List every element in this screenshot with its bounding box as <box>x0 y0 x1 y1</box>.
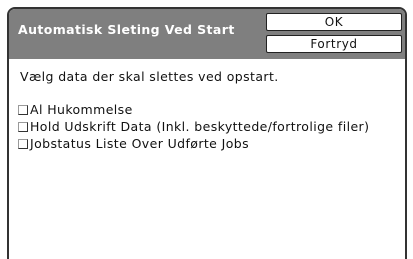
option-label: Hold Udskrift Data (Inkl. beskyttede/for… <box>30 119 370 134</box>
instruction-text: Vælg data der skal slettes ved opstart. <box>20 69 279 84</box>
checkbox[interactable] <box>18 138 28 149</box>
ok-button[interactable]: OK <box>266 13 402 31</box>
option-job-status-list[interactable]: Jobstatus Liste Over Udførte Jobs <box>18 135 369 152</box>
dialog-title: Automatisk Sleting Ved Start <box>18 22 235 37</box>
option-hold-print-data[interactable]: Hold Udskrift Data (Inkl. beskyttede/for… <box>18 118 369 135</box>
checkbox[interactable] <box>18 104 28 115</box>
cancel-button[interactable]: Fortryd <box>266 35 402 53</box>
option-all-memory[interactable]: Al Hukommelse <box>18 101 369 118</box>
title-bar: Automatisk Sleting Ved Start OK Fortryd <box>9 9 405 59</box>
checkbox[interactable] <box>18 121 28 132</box>
dialog-screen: Automatisk Sleting Ved Start OK Fortryd … <box>7 7 407 259</box>
option-label: Al Hukommelse <box>30 102 133 117</box>
options-list: Al Hukommelse Hold Udskrift Data (Inkl. … <box>18 101 369 152</box>
option-label: Jobstatus Liste Over Udførte Jobs <box>30 136 250 151</box>
